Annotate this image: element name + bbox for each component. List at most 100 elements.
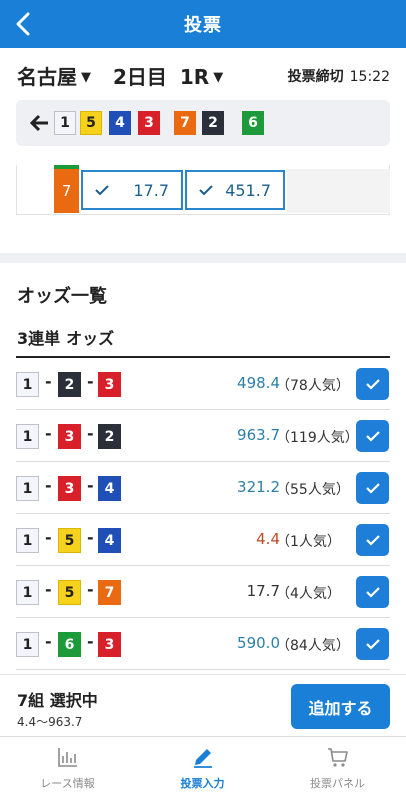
selection-bar: 7組 選択中 4.4～963.7 追加する <box>0 674 406 736</box>
odds-cell-empty <box>287 169 390 213</box>
nav-race-info[interactable]: レース情報 <box>0 737 135 800</box>
bet-type: 3連単 <box>17 329 61 348</box>
race-label: 1R <box>179 65 210 89</box>
check-icon <box>365 535 380 546</box>
deadline-label: 投票締切 <box>287 69 344 85</box>
odds-value: 498.4 <box>237 374 280 392</box>
boat-chip[interactable]: 4 <box>109 111 131 135</box>
check-icon <box>365 431 380 442</box>
popularity-rank: （78人気） <box>276 378 350 394</box>
arrow-left-icon[interactable] <box>28 112 50 134</box>
combo-separator: - <box>87 372 94 391</box>
select-checkbox[interactable] <box>356 628 389 660</box>
race-selector[interactable]: 2日目 1R ▼ <box>113 61 223 90</box>
boat-chip[interactable]: 1 <box>54 111 76 135</box>
boat-chip[interactable]: 2 <box>202 111 224 135</box>
popularity-rank: （4人気） <box>276 586 341 602</box>
boat-number-box: 3 <box>58 476 81 501</box>
back-arrow-icon[interactable] <box>8 8 40 40</box>
selection-count: 7組 選択中 <box>17 691 98 710</box>
odds-row[interactable]: 1 2 3- -498.4 （78人気） <box>16 358 390 410</box>
add-button[interactable]: 追加する <box>291 684 390 729</box>
bottom-nav: レース情報 投票入力 投票パネル <box>0 736 406 800</box>
boat-order-bar: 1543726 <box>16 100 390 146</box>
app: 投票 名古屋 ▼ 2日目 1R ▼ 投票締切 15:22 1543726 7 17.7… <box>0 0 406 800</box>
odds-row[interactable]: 1 3 4- -321.2 （55人気） <box>16 462 390 514</box>
select-checkbox[interactable] <box>356 524 389 556</box>
combo-separator: - <box>87 580 94 599</box>
nav-bet-input[interactable]: 投票入力 <box>135 737 270 800</box>
odds-row[interactable]: 1 5 4- -4.4 （1人気） <box>16 514 390 566</box>
combo-separator: - <box>87 424 94 443</box>
nav-bet-panel[interactable]: 投票パネル <box>270 737 405 800</box>
day-label: 2日目 <box>113 65 167 89</box>
section-title: オッズ一覧 <box>17 286 107 307</box>
boat-number-box: 1 <box>16 528 39 553</box>
boat-chip[interactable]: 5 <box>80 111 102 135</box>
combo-separator: - <box>45 424 52 443</box>
venue-selector[interactable]: 名古屋 ▼ <box>17 61 91 90</box>
nav-label: 投票入力 <box>180 777 225 790</box>
check-icon <box>365 379 380 390</box>
check-icon <box>365 587 380 598</box>
combo-separator: - <box>45 476 52 495</box>
boat-number-box: 4 <box>98 528 121 553</box>
popularity-rank: （84人気） <box>276 638 350 654</box>
boat-chip[interactable]: 3 <box>138 111 160 135</box>
combo-separator: - <box>87 476 94 495</box>
check-icon <box>199 185 213 196</box>
caret-down-icon: ▼ <box>81 70 91 85</box>
boat-number-box: 3 <box>98 632 121 657</box>
odds-table-partial: 7 17.7 451.7 <box>16 165 390 215</box>
boat-number-box: 1 <box>16 476 39 501</box>
select-checkbox[interactable] <box>356 576 389 608</box>
deadline: 投票締切 15:22 <box>288 66 390 86</box>
popularity-rank: （55人気） <box>276 482 350 498</box>
boat-number-box: 2 <box>58 372 81 397</box>
boat-chip[interactable]: 6 <box>242 111 264 135</box>
combo-separator: - <box>45 372 52 391</box>
popularity-rank: （1人気） <box>276 534 341 550</box>
odds-label: オッズ <box>66 329 115 348</box>
odds-value: 321.2 <box>237 478 280 496</box>
boat-number-box: 4 <box>98 476 121 501</box>
combo-separator: - <box>87 528 94 547</box>
combo-separator: - <box>45 632 52 651</box>
select-checkbox[interactable] <box>356 472 389 504</box>
deadline-time: 15:22 <box>349 69 390 85</box>
odds-range: 4.4～963.7 <box>17 715 83 729</box>
odds-row[interactable]: 1 5 7- -17.7 （4人気） <box>16 566 390 618</box>
boat-number-box: 1 <box>16 580 39 605</box>
boat-number-cell: 7 <box>54 169 79 213</box>
nav-label: レース情報 <box>40 777 95 790</box>
caret-down-icon: ▼ <box>213 70 224 85</box>
bet-type-heading: 3連単 オッズ <box>17 325 114 349</box>
odds-value: 17.7 <box>246 582 280 600</box>
select-checkbox[interactable] <box>356 368 389 400</box>
select-checkbox[interactable] <box>356 420 389 452</box>
boat-number-box: 2 <box>98 424 121 449</box>
section-divider <box>0 253 406 263</box>
boat-number-box: 5 <box>58 580 81 605</box>
boat-chip[interactable]: 7 <box>174 111 196 135</box>
odds-row[interactable]: 1 6 3- -590.0 （84人気） <box>16 618 390 670</box>
pencil-icon <box>193 749 212 768</box>
odds-value: 17.7 <box>133 180 169 200</box>
odds-value: 590.0 <box>237 634 280 652</box>
odds-row[interactable]: 1 3 2- -963.7 （119人気） <box>16 410 390 462</box>
boat-number-box: 6 <box>58 632 81 657</box>
odds-cell-selected[interactable]: 17.7 <box>81 170 183 210</box>
boat-number-box: 3 <box>58 424 81 449</box>
check-icon <box>95 185 109 196</box>
race-selector-row: 名古屋 ▼ 2日目 1R ▼ 投票締切 15:22 <box>0 48 406 98</box>
combo-separator: - <box>87 632 94 651</box>
combo-separator: - <box>45 528 52 547</box>
combo-separator: - <box>45 580 52 599</box>
odds-list: 1 2 3- -498.4 （78人気） 1 3 2- -963.7 （119人気） 1 3 4- -32… <box>0 358 406 674</box>
odds-value: 451.7 <box>225 180 271 200</box>
nav-label: 投票パネル <box>310 777 365 790</box>
boat-number-box: 1 <box>16 372 39 397</box>
odds-cell-selected[interactable]: 451.7 <box>185 170 285 210</box>
top-bar: 投票 <box>0 0 406 48</box>
boat-number-box: 7 <box>98 580 121 605</box>
